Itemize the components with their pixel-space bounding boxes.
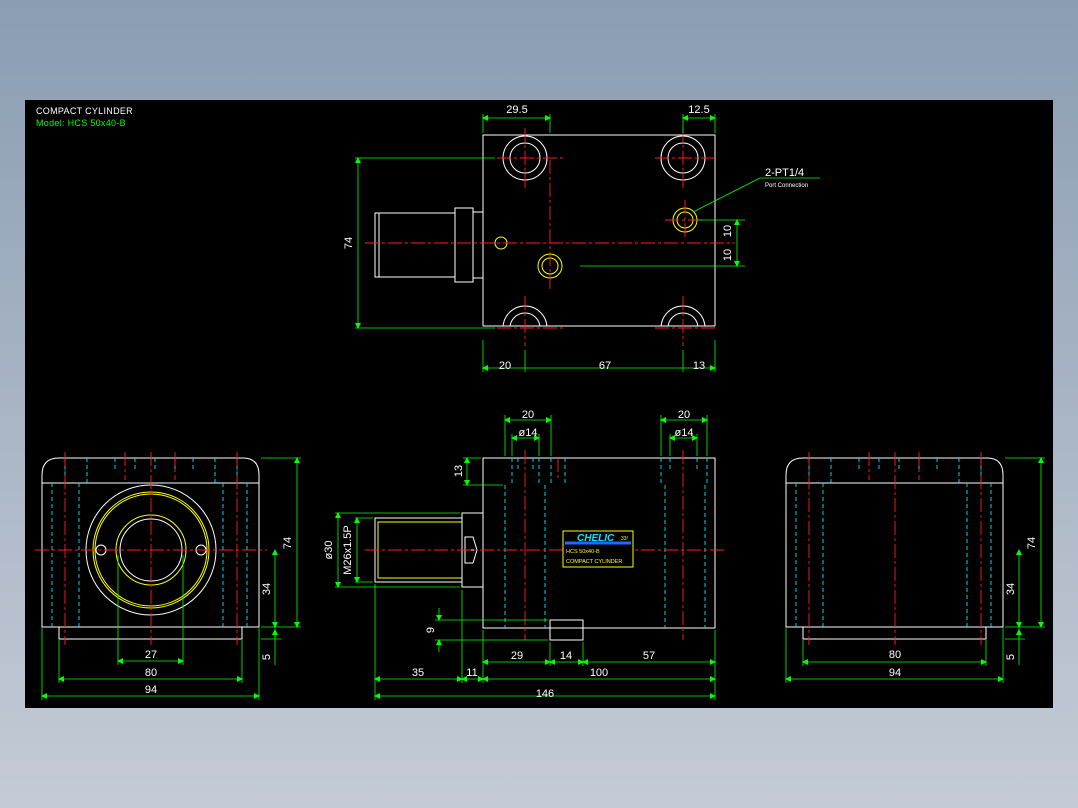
top-rod	[374, 207, 484, 283]
dim-13-top: 13	[693, 360, 705, 372]
front-dim-11: 11	[466, 667, 477, 679]
front-dim-57: 57	[643, 650, 655, 662]
left-dim-94: 94	[145, 684, 157, 696]
port-connection-note: Port Connection	[765, 183, 808, 189]
front-dim-13: 13	[453, 465, 465, 477]
left-centerlines	[35, 452, 267, 645]
right-dimensions	[785, 457, 1045, 683]
left-dim-5: 5	[261, 654, 273, 660]
front-dim-20-right: 20	[678, 409, 690, 421]
top-view: 29.5 12.5 74 10 10 20 67 13 2-PT1/4 Port…	[343, 104, 820, 372]
front-dim-100: 100	[590, 667, 608, 679]
left-dim-74: 74	[282, 537, 294, 549]
cad-viewport[interactable]: COMPACT CYLINDER Model: HCS 50x40-B 29.5…	[25, 100, 1053, 708]
left-dim-27: 27	[145, 649, 157, 661]
right-dim-5: 5	[1005, 654, 1017, 660]
right-dim-94: 94	[889, 667, 901, 679]
dim-20-top: 20	[499, 360, 511, 372]
left-dim-34: 34	[261, 583, 273, 595]
dim-10-upper: 10	[722, 225, 734, 237]
port-callout: 2-PT1/4	[765, 167, 804, 179]
dim-67: 67	[599, 360, 611, 372]
front-dim-146: 146	[536, 688, 554, 700]
right-dim-74: 74	[1026, 537, 1038, 549]
front-dia-14-left: ø14	[519, 427, 538, 439]
front-dia-14-right: ø14	[675, 427, 694, 439]
dim-74-top: 74	[343, 237, 355, 249]
nameplate-code: 33!	[621, 536, 628, 542]
front-dim-35: 35	[412, 667, 424, 679]
left-dimensions	[41, 457, 301, 700]
dim-29-5: 29.5	[506, 104, 527, 116]
dim-12-5: 12.5	[688, 104, 709, 116]
left-end-view: 74 34 5 27 80 94	[35, 452, 301, 700]
nameplate-model: HCS 50x40-B	[566, 549, 600, 555]
right-dim-34: 34	[1005, 583, 1017, 595]
dim-10-lower: 10	[722, 249, 734, 261]
nameplate-brand: CHELIC	[577, 533, 615, 544]
front-thread: M26x1.5P	[342, 525, 354, 575]
right-dim-80: 80	[889, 649, 901, 661]
front-dia-30: ø30	[323, 541, 335, 560]
right-centerlines	[808, 452, 982, 645]
front-dim-29: 29	[511, 650, 523, 662]
front-view: CHELIC 33! HCS 50x40-B COMPACT CYLINDER	[323, 409, 725, 700]
front-dim-9: 9	[425, 627, 437, 633]
left-dim-80: 80	[145, 667, 157, 679]
cad-drawing: 29.5 12.5 74 10 10 20 67 13 2-PT1/4 Port…	[35, 104, 1045, 700]
top-holes	[477, 135, 721, 356]
nameplate-name: COMPACT CYLINDER	[566, 559, 622, 565]
right-end-view: 74 34 5 80 94	[785, 452, 1045, 683]
front-dim-20-left: 20	[522, 409, 534, 421]
front-dim-14: 14	[560, 650, 572, 662]
front-port-block	[549, 619, 584, 641]
left-base	[58, 626, 243, 640]
right-base	[802, 626, 987, 640]
front-nameplate: CHELIC 33! HCS 50x40-B COMPACT CYLINDER	[562, 530, 634, 568]
